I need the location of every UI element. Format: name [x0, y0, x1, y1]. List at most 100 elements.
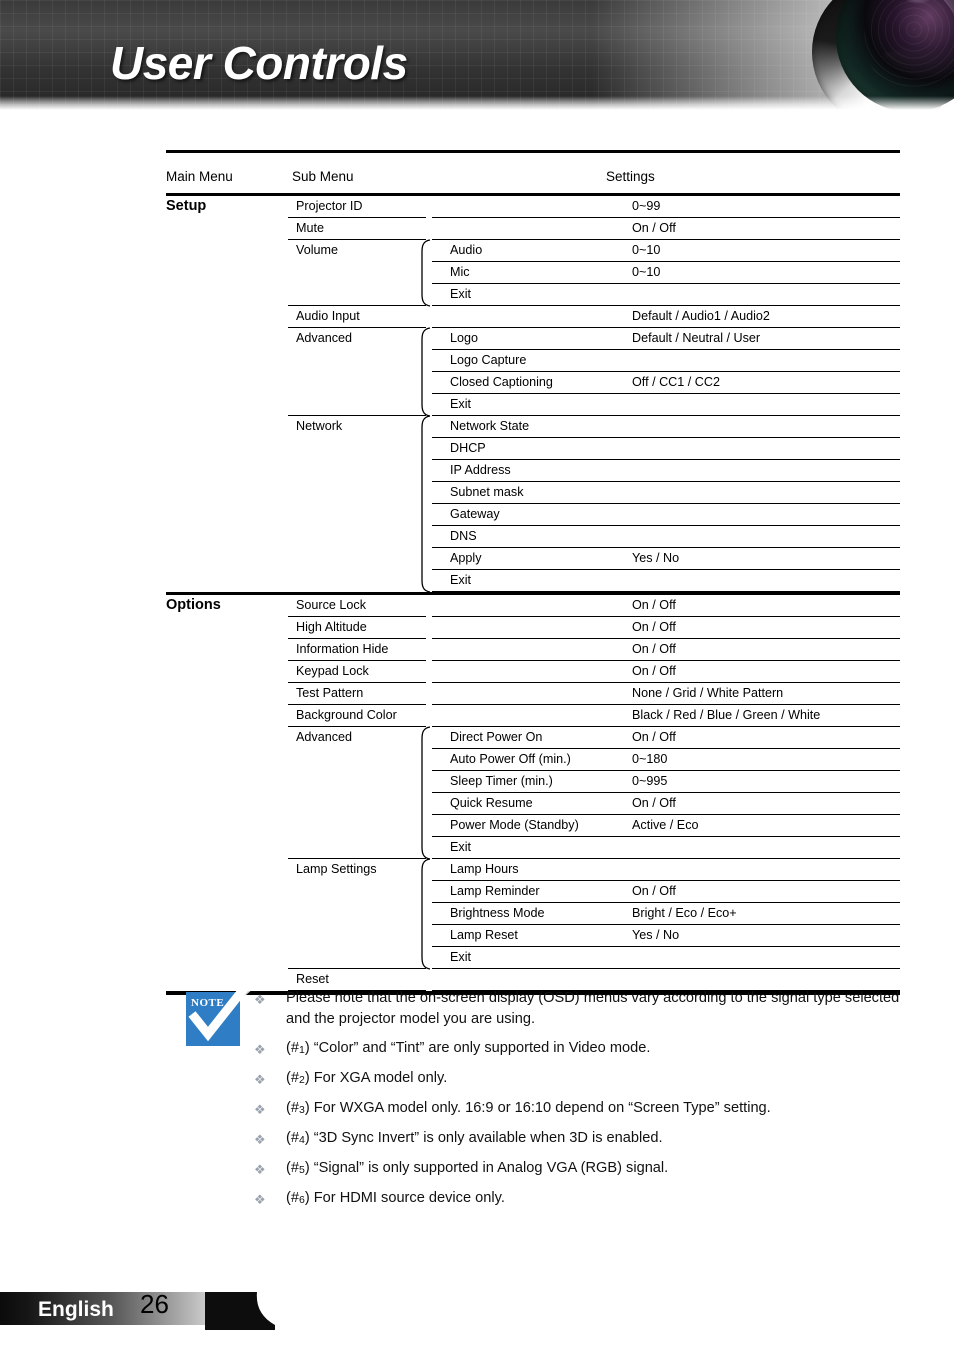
- cell-main-menu: [166, 925, 288, 947]
- cell-main-menu: [166, 284, 288, 306]
- notes-list: ❖ Please note that the on-screen display …: [254, 988, 906, 1218]
- table-row: Exit: [166, 394, 900, 416]
- page-title: User Controls: [110, 37, 408, 89]
- sub-menu-label: Test Pattern: [296, 686, 364, 700]
- sub-menu-label: Reset: [296, 972, 329, 986]
- settings-value: On / Off: [632, 664, 676, 678]
- sub-menu-2-label: Sleep Timer (min.): [450, 774, 553, 788]
- cell-main-menu: Setup: [166, 196, 288, 218]
- cell-settings: Exit: [432, 570, 900, 592]
- note-bullet-icon: ❖: [254, 1192, 266, 1207]
- cell-settings: Gateway: [432, 504, 900, 526]
- settings-value: 0~180: [632, 752, 668, 766]
- cell-main-menu: [166, 881, 288, 903]
- sub-menu-label: Mute: [296, 221, 324, 235]
- table-row: Subnet mask: [166, 482, 900, 504]
- sub-menu-2-label: Network State: [450, 419, 530, 433]
- note-item: ❖ (#2) For XGA model only.: [254, 1068, 906, 1090]
- sub-menu-label: Volume: [296, 243, 339, 257]
- cell-sub-menu: Information Hide: [288, 639, 426, 661]
- cell-sub-menu: [288, 793, 426, 815]
- cell-main-menu: [166, 639, 288, 661]
- settings-value: On / Off: [632, 620, 676, 634]
- cell-sub-menu: [288, 350, 426, 372]
- cell-main-menu: [166, 328, 288, 350]
- table-row: Closed Captioning Off / CC1 / CC2: [166, 372, 900, 394]
- cell-settings: Sleep Timer (min.) 0~995: [432, 771, 900, 793]
- sub-menu-2-label: Power Mode (Standby): [450, 818, 579, 832]
- column-header-settings: Settings: [606, 169, 655, 184]
- cell-settings: Direct Power On On / Off: [432, 727, 900, 749]
- note-bullet-icon: ❖: [254, 1072, 266, 1087]
- cell-settings: On / Off: [432, 639, 900, 661]
- cell-main-menu: [166, 570, 288, 592]
- cell-settings: Exit: [432, 947, 900, 969]
- table-row: Background Color Black / Red / Blue / Gre…: [166, 705, 900, 727]
- note-bullet-icon: ❖: [254, 1102, 266, 1117]
- sub-menu-2-label: Subnet mask: [450, 485, 524, 499]
- note-item: ❖ (#3) For WXGA model only. 16:9 or 16:10…: [254, 1098, 906, 1120]
- table-row: Exit: [166, 570, 900, 592]
- cell-sub-menu: Advanced: [288, 328, 426, 350]
- table-row: Brightness Mode Bright / Eco / Eco+: [166, 903, 900, 925]
- table-row: DNS: [166, 526, 900, 548]
- table-row: Test Pattern None / Grid / White Pattern: [166, 683, 900, 705]
- cell-main-menu: [166, 218, 288, 240]
- cell-sub-menu: [288, 372, 426, 394]
- table-row: Advanced Logo Default / Neutral / User: [166, 328, 900, 350]
- note-text: (#5) “Signal” is only supported in Analo…: [286, 1160, 669, 1176]
- cell-main-menu: [166, 727, 288, 749]
- table-row: Mic 0~10: [166, 262, 900, 284]
- osd-menu-table: Main Menu Sub Menu Settings Setup Project…: [166, 150, 900, 995]
- sub-menu-2-label: IP Address: [450, 463, 511, 477]
- cell-main-menu: [166, 372, 288, 394]
- settings-value: Default / Neutral / User: [632, 331, 761, 345]
- cell-main-menu: [166, 240, 288, 262]
- cell-sub-menu: [288, 771, 426, 793]
- sub-menu-2-label: Logo: [450, 331, 479, 345]
- note-item: ❖ (#4) “3D Sync Invert” is only available…: [254, 1128, 906, 1150]
- settings-value: 0~995: [632, 774, 668, 788]
- cell-settings: On / Off: [432, 617, 900, 639]
- sub-menu-2-label: Closed Captioning: [450, 375, 553, 389]
- cell-main-menu: [166, 548, 288, 570]
- settings-value: On / Off: [632, 642, 676, 656]
- cell-settings: Lamp Reminder On / Off: [432, 881, 900, 903]
- cell-sub-menu: Keypad Lock: [288, 661, 426, 683]
- settings-value: On / Off: [632, 598, 676, 612]
- cell-main-menu: Options: [166, 595, 288, 617]
- table-row: Volume Audio 0~10: [166, 240, 900, 262]
- settings-value: Black / Red / Blue / Green / White: [632, 708, 821, 722]
- cell-sub-menu: Test Pattern: [288, 683, 426, 705]
- sub-menu-label: Background Color: [296, 708, 397, 722]
- cell-settings: On / Off: [432, 595, 900, 617]
- cell-settings: Network State: [432, 416, 900, 438]
- cell-sub-menu: [288, 460, 426, 482]
- sub-menu-2-label: Exit: [450, 573, 471, 587]
- sub-menu-2-label: Mic: [450, 265, 470, 279]
- cell-sub-menu: Source Lock: [288, 595, 426, 617]
- cell-settings: Exit: [432, 284, 900, 306]
- settings-value: Yes / No: [632, 551, 680, 565]
- cell-sub-menu: [288, 504, 426, 526]
- cell-main-menu: [166, 683, 288, 705]
- table-row: Exit: [166, 947, 900, 969]
- page-header: User Controls: [0, 0, 954, 110]
- cell-main-menu: [166, 306, 288, 328]
- sub-menu-2-label: Gateway: [450, 507, 500, 521]
- main-menu-label: Options: [166, 597, 221, 613]
- settings-value: On / Off: [632, 221, 676, 235]
- note-bullet-icon: ❖: [254, 1132, 266, 1147]
- note-bullet-icon: ❖: [254, 1162, 266, 1177]
- table-row: Mute On / Off: [166, 218, 900, 240]
- table-row: Audio Input Default / Audio1 / Audio2: [166, 306, 900, 328]
- cell-settings: Lamp Reset Yes / No: [432, 925, 900, 947]
- settings-value: 0~10: [632, 265, 661, 279]
- table-row: Information Hide On / Off: [166, 639, 900, 661]
- cell-main-menu: [166, 617, 288, 639]
- cell-settings: DHCP: [432, 438, 900, 460]
- sub-menu-2-label: Apply: [450, 551, 482, 565]
- cell-sub-menu: Network: [288, 416, 426, 438]
- sub-menu-label: High Altitude: [296, 620, 367, 634]
- sub-menu-2-label: Quick Resume: [450, 796, 533, 810]
